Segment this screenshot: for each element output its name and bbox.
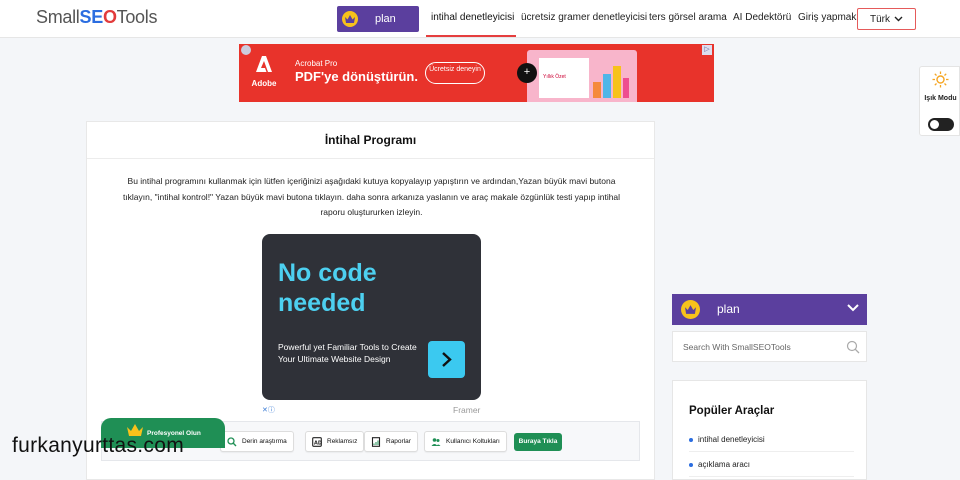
- tool-description: Bu intihal programını kullanmak için lüt…: [122, 176, 621, 217]
- toggle-knob: [930, 120, 939, 129]
- ad-free-label: Reklamsız: [327, 438, 358, 445]
- crown-icon: [342, 11, 358, 27]
- nav-grammar-checker[interactable]: ücretsiz gramer denetleyicisi: [521, 12, 647, 23]
- sun-icon: [932, 71, 949, 88]
- svg-text:AD: AD: [314, 440, 322, 446]
- sidebar-search: [672, 331, 867, 362]
- users-icon: [431, 437, 441, 446]
- chevron-down-icon: [894, 16, 903, 22]
- deep-research-button[interactable]: Derin araştırma: [220, 431, 294, 452]
- popular-tool-item[interactable]: intihal denetleyicisi: [689, 435, 765, 444]
- divider: [689, 451, 854, 452]
- plan-button[interactable]: plan: [337, 6, 419, 32]
- ad-free-button[interactable]: AD Reklamsız: [305, 431, 365, 452]
- light-mode-widget: Işık Modu: [919, 66, 960, 136]
- framer-ad-body: Powerful yet Familiar Tools to Create Yo…: [278, 342, 417, 364]
- search-icon: [227, 436, 237, 446]
- divider: [689, 476, 854, 477]
- light-mode-toggle[interactable]: [928, 118, 954, 131]
- nav-ai-detector[interactable]: AI Dedektörü: [733, 12, 791, 23]
- nav-login[interactable]: Giriş yapmak: [798, 12, 856, 23]
- popular-tool-label: intihal denetleyicisi: [698, 435, 765, 444]
- popular-tools-panel: Popüler Araçlar intihal denetleyicisi aç…: [672, 380, 867, 480]
- user-seats-button[interactable]: Kullanıcı Koltukları: [424, 431, 507, 452]
- sidebar-plan-label: plan: [717, 302, 740, 316]
- ad-block-icon: AD: [312, 436, 322, 447]
- nav-plagiarism-checker[interactable]: intihal denetleyicisi: [431, 12, 514, 23]
- ad-document-text: Yıllık Özet: [543, 74, 566, 80]
- adobe-brand-text: Adobe: [251, 79, 277, 88]
- crown-icon: [681, 300, 700, 319]
- logo-text-seo: SEO: [79, 7, 117, 27]
- bar-chart-icon: [593, 66, 629, 98]
- nav-reverse-image-search[interactable]: ters görsel arama: [649, 12, 727, 23]
- page-title: İntihal Programı: [87, 122, 654, 159]
- plus-icon: +: [517, 63, 537, 83]
- sidebar-search-input[interactable]: [673, 332, 838, 361]
- reports-button[interactable]: Raporlar: [364, 431, 418, 452]
- site-logo[interactable]: SmallSEOTools: [36, 7, 157, 28]
- adobe-a-icon: [245, 54, 283, 79]
- watermark-text: furkanyurttas.com: [12, 434, 184, 457]
- light-mode-label: Işık Modu: [924, 95, 957, 102]
- click-here-button[interactable]: Buraya Tıkla: [514, 433, 562, 451]
- ad-info-icon[interactable]: ▷: [702, 45, 712, 55]
- site-header: SmallSEOTools plan intihal denetleyicisi…: [0, 0, 960, 38]
- ad-banner[interactable]: Adobe Acrobat Pro PDF'ye dönüştürün. Ücr…: [239, 44, 714, 102]
- popular-tool-label: açıklama aracı: [698, 460, 751, 469]
- framer-ad-sponsor: Framer: [453, 405, 481, 415]
- sidebar-plan-dropdown[interactable]: plan: [672, 294, 867, 325]
- deep-research-label: Derin araştırma: [242, 438, 287, 445]
- logo-text-small: Small: [36, 7, 80, 27]
- framer-ad-arrow-button[interactable]: [428, 341, 465, 378]
- ad-choices-icon[interactable]: ✕ⓘ: [262, 405, 275, 415]
- bullet-icon: [689, 462, 693, 467]
- ad-headline: PDF'ye dönüştürün.: [295, 69, 418, 84]
- popular-tools-title: Popüler Araçlar: [689, 405, 775, 417]
- logo-text-tools: Tools: [116, 7, 158, 27]
- reports-label: Raporlar: [386, 438, 411, 445]
- search-icon[interactable]: [846, 340, 860, 354]
- ad-document-illustration: Yıllık Özet: [527, 50, 637, 102]
- ad-subtitle: Acrobat Pro: [295, 59, 338, 68]
- user-seats-label: Kullanıcı Koltukları: [446, 438, 500, 445]
- language-label: Türk: [870, 13, 890, 25]
- adobe-logo: Adobe: [245, 54, 283, 94]
- report-icon: [371, 436, 381, 447]
- bullet-icon: [689, 437, 693, 442]
- chevron-right-icon: [442, 352, 452, 367]
- popular-tool-item[interactable]: açıklama aracı: [689, 460, 750, 469]
- ad-document-page: Yıllık Özet: [539, 58, 589, 98]
- language-selector[interactable]: Türk: [857, 8, 916, 30]
- framer-ad[interactable]: No code needed Powerful yet Familiar Too…: [262, 234, 481, 400]
- chevron-down-icon: [847, 304, 859, 312]
- ad-cta-button[interactable]: Ücretsiz deneyin: [425, 62, 485, 84]
- plan-button-label: plan: [375, 13, 396, 25]
- framer-ad-headline: No code needed: [278, 259, 377, 317]
- nav-active-underline: [426, 35, 516, 37]
